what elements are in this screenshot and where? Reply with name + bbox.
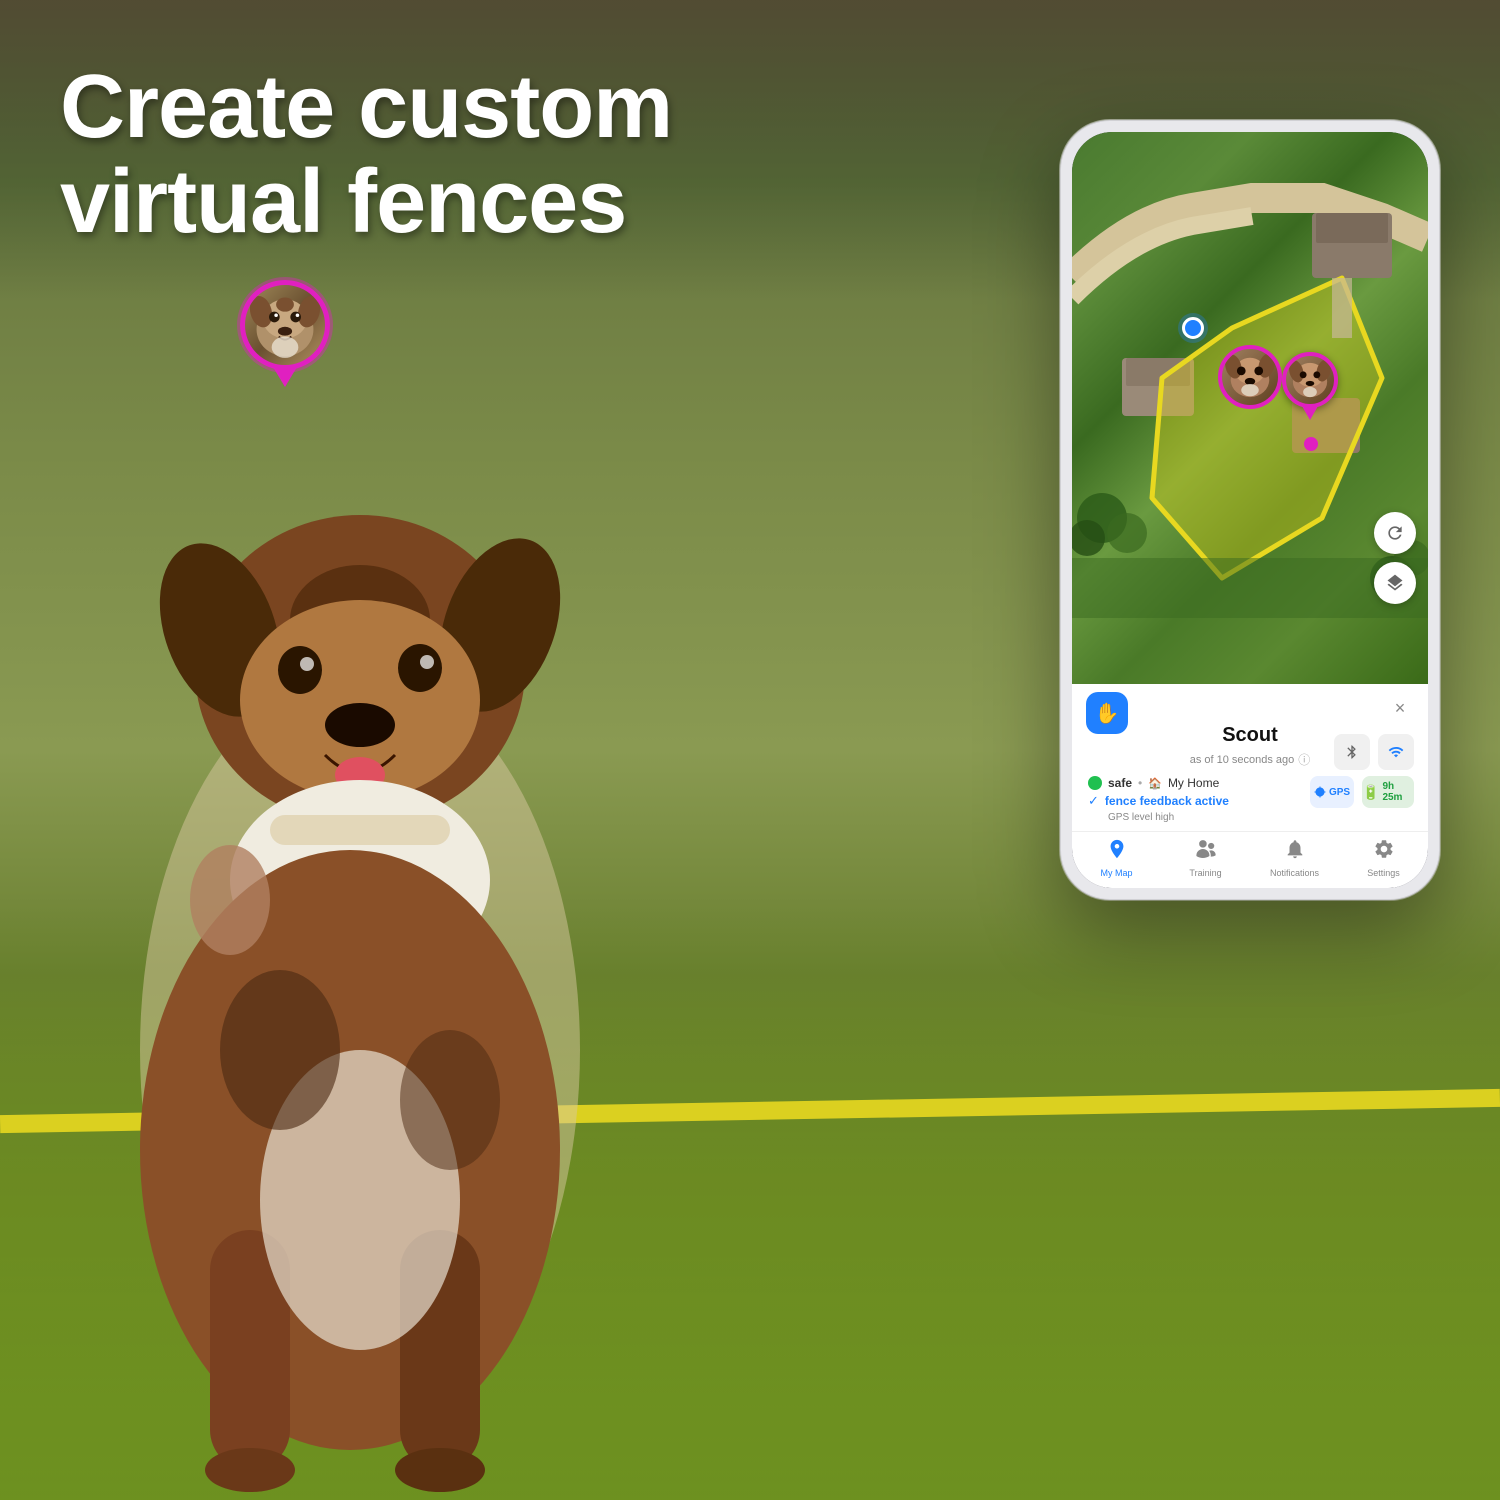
headline-container: Create custom virtual fences — [60, 60, 672, 249]
battery-time: 9h 25m — [1382, 781, 1414, 803]
dog-face-icon-left — [245, 285, 325, 365]
nav-mymap-label: My Map — [1100, 868, 1132, 878]
dog-map-pin-tail — [1302, 406, 1318, 420]
home-icon-small: 🏠 — [1148, 777, 1162, 790]
gps-sub-label: GPS level high — [1108, 812, 1412, 823]
phone-mockup: ✋ × Scout as of 10 seconds ago ⓘ — [1060, 120, 1440, 900]
training-icon — [1195, 838, 1217, 866]
gps-label: GPS — [1329, 787, 1350, 798]
map-refresh-button[interactable] — [1374, 512, 1416, 554]
signal-bars-icon — [1388, 744, 1404, 760]
nav-item-settings[interactable]: Settings — [1339, 838, 1428, 878]
notifications-icon — [1284, 838, 1306, 866]
nav-item-mymap[interactable]: My Map — [1072, 838, 1161, 878]
dog-figure — [30, 450, 690, 1500]
headline-line2: virtual fences — [60, 155, 672, 250]
nav-item-notifications[interactable]: Notifications — [1250, 838, 1339, 878]
bullet-separator: • — [1138, 776, 1142, 790]
nav-settings-label: Settings — [1367, 868, 1400, 878]
hand-icon: ✋ — [1095, 701, 1120, 726]
nav-training-label: Training — [1189, 868, 1221, 878]
safe-status-dot — [1088, 776, 1102, 790]
dog-pin-avatar-left — [240, 280, 330, 370]
fence-label: fence feedback active — [1105, 794, 1229, 808]
safe-label: safe — [1108, 776, 1132, 790]
settings-icon — [1373, 838, 1395, 866]
info-icon: ⓘ — [1298, 751, 1310, 768]
refresh-icon — [1385, 523, 1405, 543]
device-status-icons: GPS 🔋 9h 25m — [1310, 734, 1414, 808]
bluetooth-icon — [1344, 744, 1360, 760]
dog-map-face-icon — [1286, 356, 1334, 404]
owner-location-dot — [1182, 317, 1204, 339]
phone-screen: ✋ × Scout as of 10 seconds ago ⓘ — [1072, 132, 1428, 888]
gear-nav-icon — [1373, 838, 1395, 860]
mymap-icon — [1106, 838, 1128, 866]
fence-point-dot — [1304, 437, 1318, 451]
bottom-nav: My Map Training — [1072, 831, 1428, 888]
icon-row-top — [1334, 734, 1414, 770]
training-nav-icon — [1195, 838, 1217, 860]
map-area — [1072, 132, 1428, 684]
dog-bottom-face-icon — [1222, 349, 1278, 405]
phone-bottom-panel: ✋ × Scout as of 10 seconds ago ⓘ — [1072, 684, 1428, 888]
dog-bottom-avatar — [1218, 345, 1282, 409]
phone-frame: ✋ × Scout as of 10 seconds ago ⓘ — [1060, 120, 1440, 900]
icon-row-bottom: GPS 🔋 9h 25m — [1310, 776, 1414, 808]
dog-map-pin — [1282, 352, 1338, 420]
timestamp-text: as of 10 seconds ago — [1190, 754, 1295, 766]
headline-line1: Create custom — [60, 60, 672, 155]
dog-svg — [30, 450, 690, 1500]
dog-pin-tail-left — [273, 367, 297, 387]
nav-notifications-label: Notifications — [1270, 868, 1319, 878]
dog-location-pin-left — [240, 280, 330, 387]
dog-map-avatar — [1282, 352, 1338, 408]
map-layers-button[interactable] — [1374, 562, 1416, 604]
signal-icon-button — [1378, 734, 1414, 770]
close-icon: × — [1395, 698, 1406, 719]
layers-icon — [1385, 573, 1405, 593]
gps-status-badge: GPS — [1310, 776, 1354, 808]
battery-icon: 🔋 — [1362, 784, 1379, 801]
gps-icon — [1314, 786, 1326, 798]
fence-check-icon: ✓ — [1088, 793, 1099, 809]
close-button[interactable]: × — [1386, 694, 1414, 722]
bell-nav-icon — [1284, 838, 1306, 860]
battery-status-badge: 🔋 9h 25m — [1362, 776, 1414, 808]
location-label: My Home — [1168, 776, 1219, 790]
bluetooth-icon-button — [1334, 734, 1370, 770]
location-nav-icon — [1106, 838, 1128, 860]
nav-item-training[interactable]: Training — [1161, 838, 1250, 878]
action-button[interactable]: ✋ — [1086, 692, 1128, 734]
